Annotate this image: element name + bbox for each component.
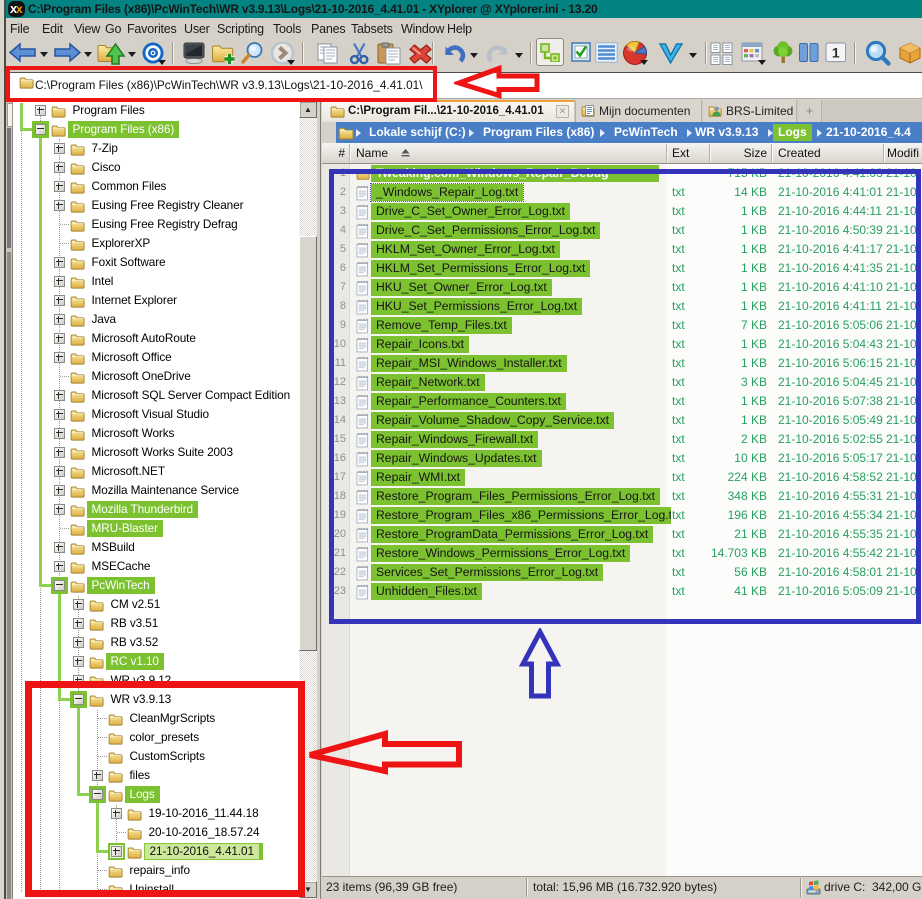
- svg-text:1: 1: [832, 44, 840, 60]
